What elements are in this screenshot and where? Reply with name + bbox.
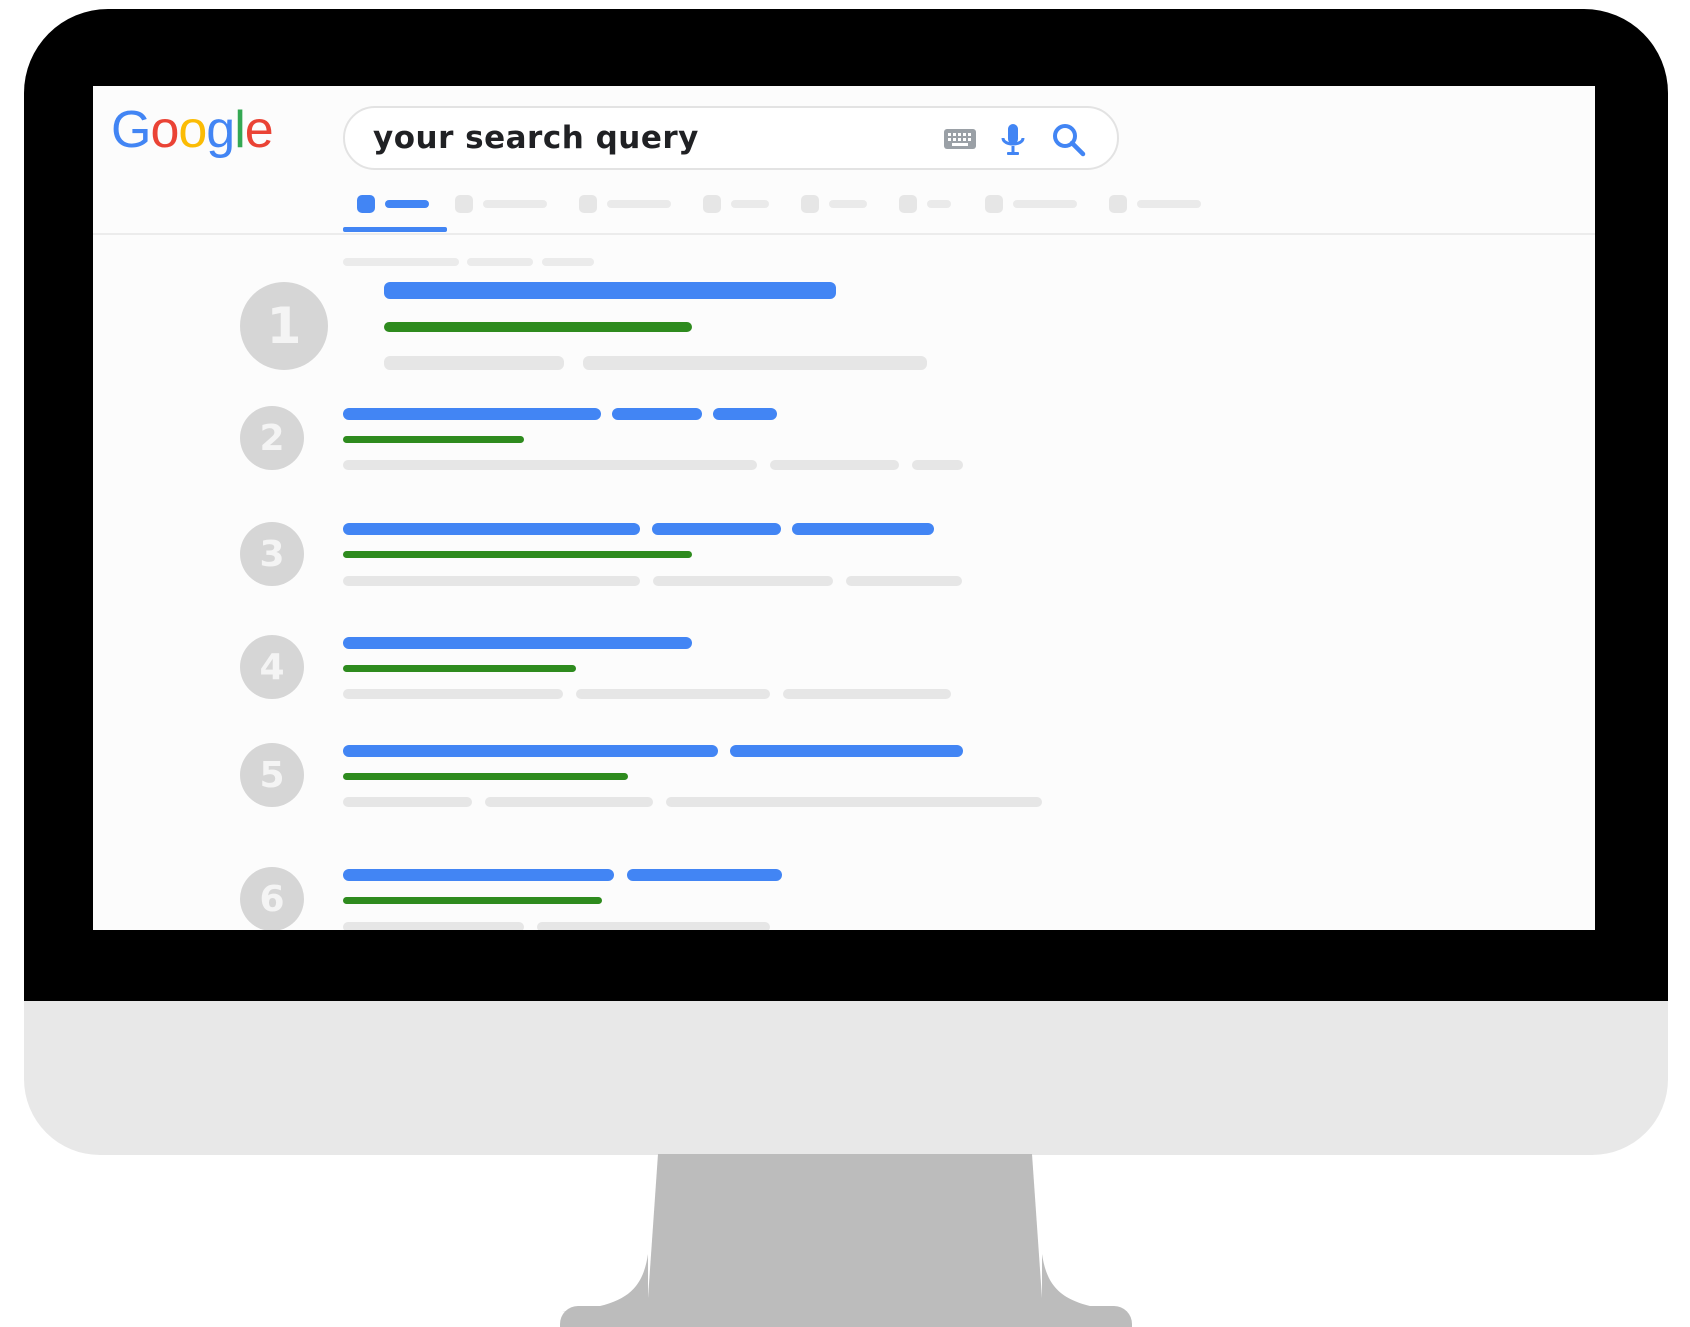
tab-label-placeholder <box>1013 200 1077 208</box>
rank-badge: 6 <box>240 867 304 930</box>
result-snippet-placeholder <box>485 797 653 807</box>
result-snippet-placeholder <box>343 797 472 807</box>
placeholder-bar <box>542 258 594 266</box>
search-tabs <box>343 194 1243 222</box>
monitor-chin <box>24 1001 1668 1155</box>
result-snippet-placeholder <box>384 356 564 370</box>
logo-letter: o <box>150 101 179 159</box>
result-title-placeholder[interactable] <box>627 869 782 881</box>
tab-label-placeholder <box>829 200 867 208</box>
monitor-stand-foot-right <box>1042 1254 1128 1314</box>
monitor-stand-base <box>560 1306 1132 1327</box>
result-title-placeholder[interactable] <box>343 745 718 757</box>
result-title-placeholder[interactable] <box>792 523 934 535</box>
result-snippet-placeholder <box>583 356 927 370</box>
rank-badge: 3 <box>240 522 304 586</box>
monitor-stand-foot-left <box>562 1254 648 1314</box>
result-stats-placeholder <box>343 258 643 266</box>
result-snippet-placeholder <box>343 460 757 470</box>
rank-badge: 1 <box>240 282 328 370</box>
result-title-placeholder[interactable] <box>343 869 614 881</box>
tab-icon <box>801 195 819 213</box>
keyboard-icon[interactable] <box>943 126 977 157</box>
rank-badge: 4 <box>240 635 304 699</box>
rank-number: 6 <box>259 878 285 920</box>
rank-badge: 5 <box>240 743 304 807</box>
tab-label-placeholder <box>731 200 769 208</box>
result-title-placeholder[interactable] <box>343 523 640 535</box>
result-title-placeholder[interactable] <box>713 408 777 420</box>
rank-number: 1 <box>266 297 302 355</box>
tab-icon <box>985 195 1003 213</box>
rank-number: 4 <box>259 646 285 688</box>
result-url-placeholder[interactable] <box>343 897 602 904</box>
logo-letter: o <box>178 101 207 159</box>
tab-icon <box>579 195 597 213</box>
placeholder-bar <box>343 258 459 266</box>
result-snippet-placeholder <box>343 689 563 699</box>
tab-icon <box>357 195 375 213</box>
placeholder-bar <box>467 258 533 266</box>
result-snippet-placeholder <box>912 460 963 470</box>
result-title-placeholder[interactable] <box>730 745 963 757</box>
result-snippet-placeholder <box>846 576 962 586</box>
result-url-placeholder[interactable] <box>384 322 692 332</box>
search-input[interactable]: your search query <box>373 120 699 156</box>
result-url-placeholder[interactable] <box>343 436 524 443</box>
result-snippet-placeholder <box>576 689 770 699</box>
tab-icon <box>899 195 917 213</box>
result-snippet-placeholder <box>666 797 1042 807</box>
result-title-placeholder[interactable] <box>343 637 692 649</box>
monitor-stand <box>646 1154 1044 1327</box>
tab-label-placeholder <box>483 200 547 208</box>
result-title-placeholder[interactable] <box>652 523 781 535</box>
result-snippet-placeholder <box>653 576 833 586</box>
rank-number: 3 <box>259 533 285 575</box>
rank-number: 2 <box>259 417 285 459</box>
result-url-placeholder[interactable] <box>343 551 692 558</box>
tab-label-placeholder <box>927 200 951 208</box>
result-snippet-placeholder <box>537 922 770 930</box>
active-tab-indicator <box>343 227 447 232</box>
logo-letter: l <box>234 101 246 159</box>
result-title-placeholder[interactable] <box>384 282 836 299</box>
rank-badge: 2 <box>240 406 304 470</box>
result-snippet-placeholder <box>343 922 524 930</box>
logo-letter: g <box>206 101 235 159</box>
result-snippet-placeholder <box>783 689 951 699</box>
logo-letter: e <box>244 101 274 159</box>
tab-icon <box>1109 195 1127 213</box>
tab-icon <box>703 195 721 213</box>
result-snippet-placeholder <box>770 460 899 470</box>
logo-letter: G <box>111 101 151 159</box>
result-title-placeholder[interactable] <box>612 408 702 420</box>
tab-label-placeholder <box>607 200 671 208</box>
tab-icon <box>455 195 473 213</box>
search-icon[interactable] <box>1051 122 1087 163</box>
result-url-placeholder[interactable] <box>343 773 628 780</box>
header-divider <box>93 233 1595 235</box>
tab-label-placeholder <box>385 200 429 208</box>
result-title-placeholder[interactable] <box>343 408 601 420</box>
browser-screen: Google your search query 1 2 3 4 5 6 <box>93 86 1595 930</box>
result-snippet-placeholder <box>343 576 640 586</box>
result-url-placeholder[interactable] <box>343 665 576 672</box>
rank-number: 5 <box>259 754 285 796</box>
google-logo[interactable]: Google <box>111 101 274 159</box>
search-box[interactable]: your search query <box>343 106 1119 170</box>
microphone-icon[interactable] <box>999 122 1027 163</box>
tab-label-placeholder <box>1137 200 1201 208</box>
